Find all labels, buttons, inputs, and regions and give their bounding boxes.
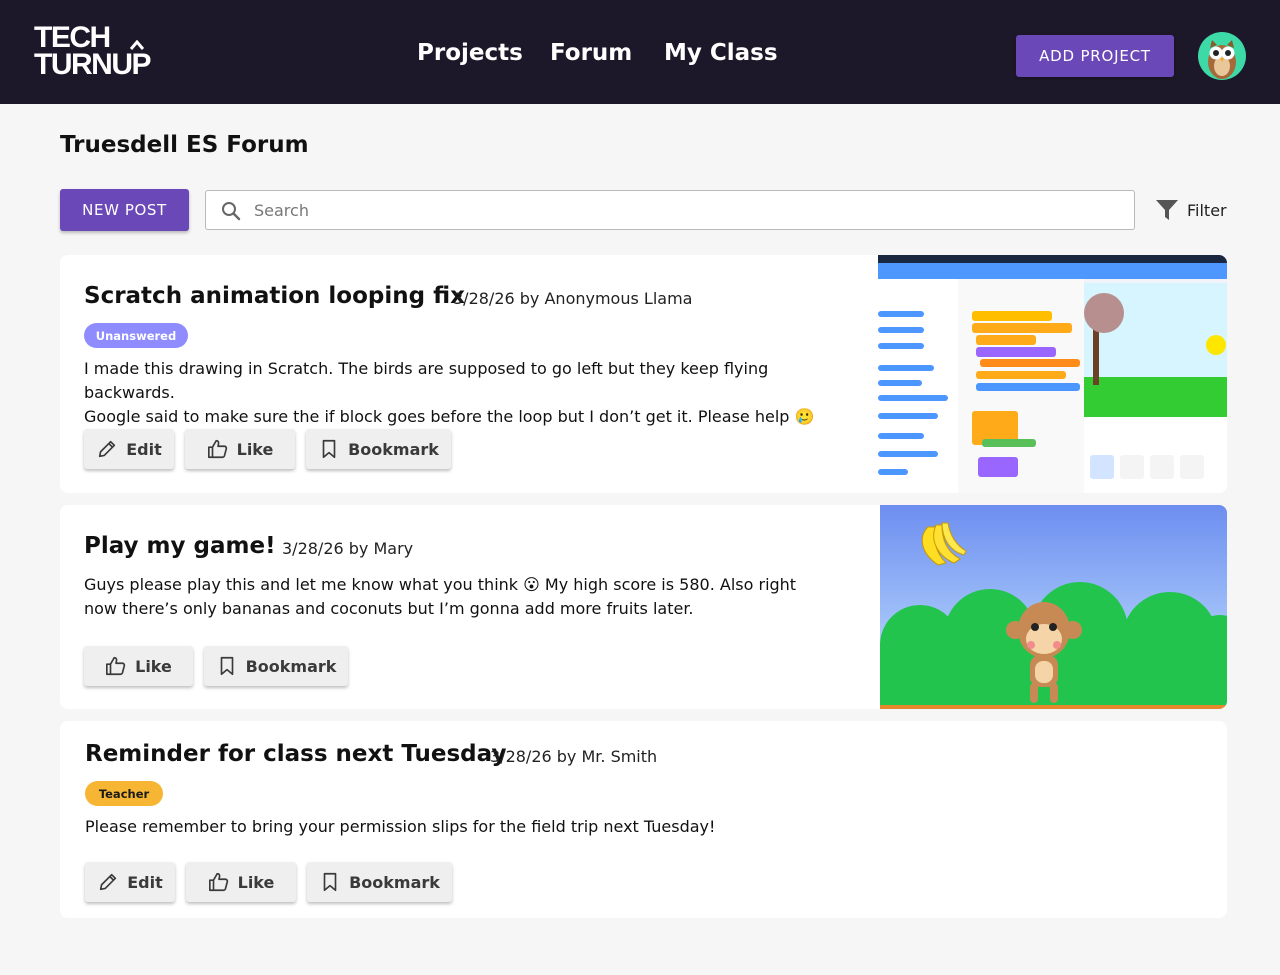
pencil-icon [99,440,116,458]
thumbs-up-icon [106,656,126,676]
scratch-editor-image [878,255,1227,493]
bookmark-button[interactable]: Bookmark [307,862,452,902]
bookmark-label: Bookmark [349,872,440,892]
post-body: I made this drawing in Scratch. The bird… [84,357,864,429]
new-post-button[interactable]: NEW POST [60,189,189,231]
filter-label: Filter [1187,200,1227,220]
funnel-icon [1156,200,1178,220]
like-label: Like [135,656,172,676]
edit-button[interactable]: Edit [85,862,175,902]
post-meta: 3/28/26 by Mary [282,539,414,558]
nav-my-class[interactable]: My Class [664,40,778,66]
search-field[interactable] [205,190,1135,230]
post-body: Guys please play this and let me know wh… [84,573,824,621]
status-badge: Unanswered [84,323,188,348]
like-button[interactable]: Like [84,646,193,686]
post-body-line: I made this drawing in Scratch. The bird… [84,359,769,402]
search-input[interactable] [254,191,1124,229]
thumbs-up-icon [207,439,227,459]
bookmark-icon [322,439,336,459]
post-card[interactable]: Scratch animation looping fix 3/28/26 by… [60,255,1227,493]
logo-line-1: TECH [34,21,111,54]
post-body-line: Google said to make sure the if block go… [84,407,815,426]
edit-label: Edit [126,439,162,459]
like-label: Like [236,439,274,459]
post-title[interactable]: Play my game! [84,533,276,559]
scratch-editor-screenshot[interactable] [878,255,1227,493]
like-button[interactable]: Like [185,429,295,469]
like-button[interactable]: Like [186,862,296,902]
post-body-line: Guys please play this and let me know wh… [84,575,797,594]
edit-button[interactable]: Edit [84,429,174,469]
nav-forum[interactable]: Forum [550,40,632,66]
logo-line-2: TURNUP [34,48,152,81]
bookmark-button[interactable]: Bookmark [204,646,348,686]
monkey-game-image [880,505,1227,709]
post-card[interactable]: Reminder for class next Tuesday 3/28/26 … [60,721,1227,918]
bookmark-label: Bookmark [348,439,439,459]
bookmark-button[interactable]: Bookmark [306,429,451,469]
post-title[interactable]: Scratch animation looping fix [84,283,465,309]
add-project-button[interactable]: ADD PROJECT [1016,35,1174,77]
nav-projects[interactable]: Projects [417,40,523,66]
monkey-game-screenshot[interactable] [880,505,1227,709]
bookmark-icon [220,656,233,676]
edit-label: Edit [127,872,163,892]
post-title[interactable]: Reminder for class next Tuesday [85,741,506,767]
pencil-icon [100,873,117,891]
like-label: Like [237,872,275,892]
top-navigation-bar: TECH TURNUP Projects Forum My Class ADD … [0,0,1280,104]
post-body-line: Please remember to bring your permission… [85,817,716,836]
page-title: Truesdell ES Forum [60,132,309,158]
owl-avatar-icon [1208,40,1236,79]
user-avatar[interactable] [1198,32,1246,80]
post-body: Please remember to bring your permission… [85,815,865,839]
bookmark-icon [323,872,337,892]
filter-button[interactable]: Filter [1155,197,1227,223]
post-body-line: now there’s only bananas and coconuts bu… [84,599,694,618]
bookmark-label: Bookmark [245,656,337,676]
search-icon [222,202,241,221]
post-meta: 3/28/26 by Mr. Smith [490,747,658,766]
post-card[interactable]: Play my game! 3/28/26 by Mary Guys pleas… [60,505,1227,709]
post-meta: 3/28/26 by Anonymous Llama [453,289,693,308]
teacher-badge: Teacher [85,781,163,806]
thumbs-up-icon [208,872,228,892]
tech-turnup-logo[interactable]: TECH TURNUP [34,21,170,82]
